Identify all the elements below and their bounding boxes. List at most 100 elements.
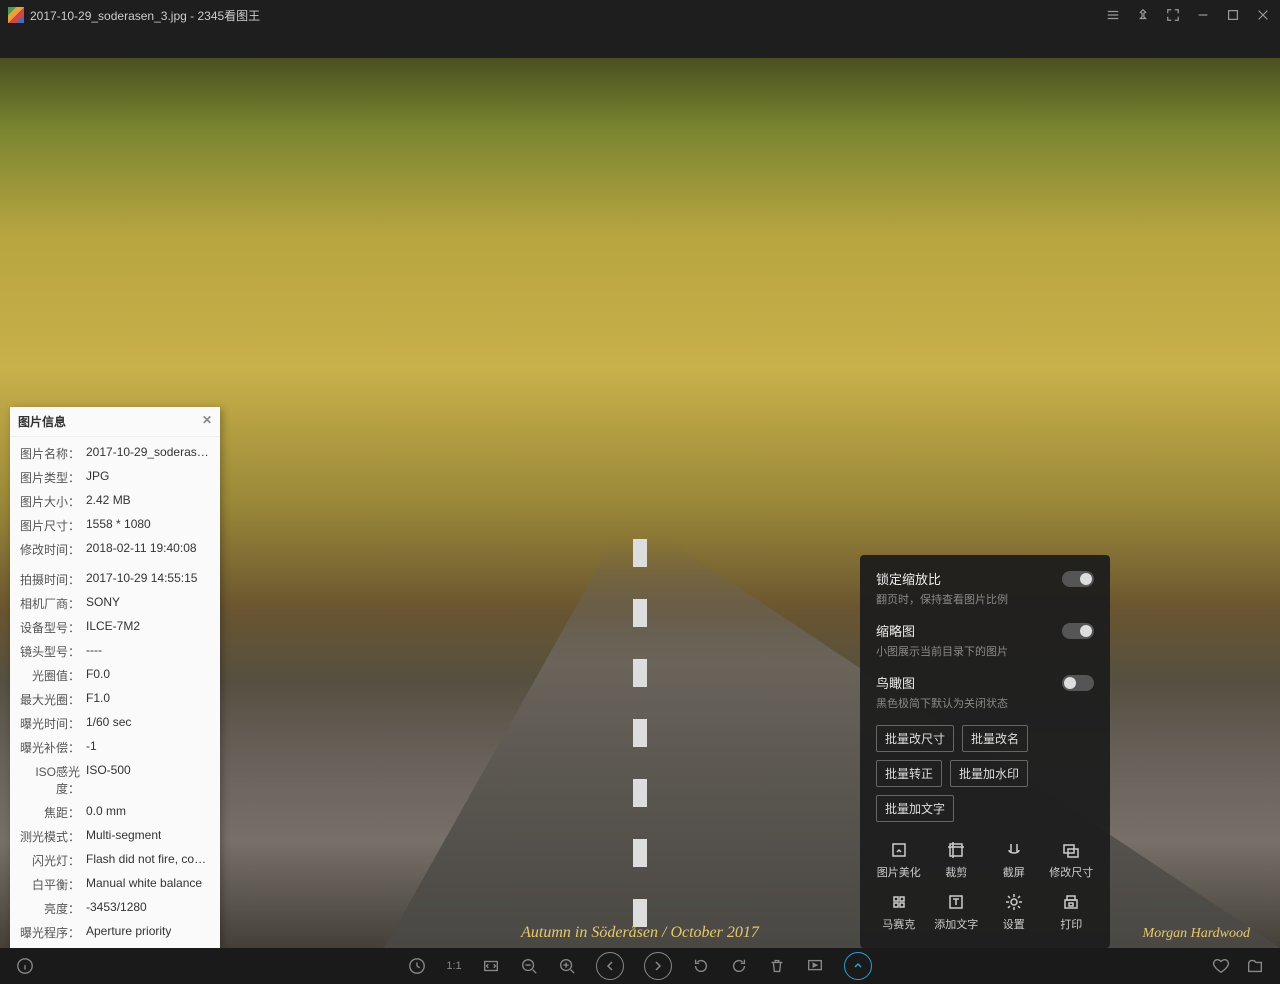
image-caption: Autumn in Söderåsen / October 2017 [521,924,759,942]
info-row: 图片尺寸：1558 * 1080 [10,513,220,537]
info-value: F1.0 [80,691,110,708]
info-label: 相机厂商： [18,595,80,612]
info-value: 2.42 MB [80,493,131,510]
batch-button[interactable]: 批量加水印 [950,760,1028,787]
image-author: Morgan Hardwood [1143,926,1250,942]
info-value: -3453/1280 [80,900,147,917]
tool-label: 裁剪 [945,864,967,880]
info-label: 亮度： [18,900,80,917]
info-label: 图片尺寸： [18,517,80,534]
bottom-toolbar: 1:1 [0,948,1280,984]
batch-button[interactable]: 批量改尺寸 [876,725,954,752]
tool-icon [1004,840,1024,860]
info-row: 图片类型：JPG [10,465,220,489]
info-row: 最大光圈：F1.0 [10,687,220,711]
info-label: 镜头型号： [18,643,80,660]
info-icon[interactable] [16,957,34,975]
info-row: 图片名称：2017-10-29_soderasen_3 [10,441,220,465]
toggle-subtitle: 小图展示当前目录下的图片 [876,643,1008,659]
info-panel-title: 图片信息 [18,413,66,430]
zoom-in-icon[interactable] [558,957,576,975]
window-title: 2017-10-29_soderasen_3.jpg - 2345看图王 [30,7,260,24]
rotate-left-icon[interactable] [692,957,710,975]
tool-4[interactable]: 马赛克 [876,888,922,936]
tool-label: 设置 [1003,916,1025,932]
info-value: 1/60 sec [80,715,131,732]
toggle-row: 缩略图小图展示当前目录下的图片 [876,621,1094,659]
more-settings-button[interactable] [844,952,872,980]
info-label: 图片类型： [18,469,80,486]
tool-label: 马赛克 [882,916,915,932]
info-row: 白平衡：Manual white balance [10,872,220,896]
info-row: 镜头型号：---- [10,639,220,663]
batch-button[interactable]: 批量转正 [876,760,942,787]
info-label: 最大光圈： [18,691,80,708]
tool-7[interactable]: 打印 [1049,888,1095,936]
menu-icon[interactable] [1104,6,1122,24]
info-label: 曝光时间： [18,715,80,732]
info-label: 设备型号： [18,619,80,636]
info-value: ---- [80,643,102,660]
toggle-title: 鸟瞰图 [876,673,1008,692]
favorite-icon[interactable] [1212,957,1230,975]
info-value: 1558 * 1080 [80,517,151,534]
info-label: 图片名称： [18,445,80,462]
info-label: 拍摄时间： [18,571,80,588]
tool-0[interactable]: 图片美化 [876,836,922,884]
toggle-subtitle: 翻页时，保持查看图片比例 [876,591,1008,607]
info-value: JPG [80,469,109,486]
info-value: Manual white balance [80,876,202,893]
close-icon[interactable] [1254,6,1272,24]
toggle-switch[interactable] [1062,571,1094,587]
batch-button[interactable]: 批量改名 [962,725,1028,752]
info-row: 闪光灯：Flash did not fire, compul... [10,848,220,872]
tool-5[interactable]: 添加文字 [934,888,980,936]
info-value: 0.0 mm [80,804,126,821]
info-label: ISO感光度： [18,763,80,797]
close-icon[interactable]: ✕ [202,413,212,430]
info-label: 焦距： [18,804,80,821]
tool-label: 图片美化 [877,864,921,880]
slideshow-icon[interactable] [806,957,824,975]
zoom-out-icon[interactable] [520,957,538,975]
next-button[interactable] [644,952,672,980]
rotate-right-icon[interactable] [730,957,748,975]
info-row: 曝光程序：Aperture priority [10,920,220,944]
pin-icon[interactable] [1134,6,1152,24]
tool-6[interactable]: 设置 [991,888,1037,936]
info-row: 光圈值：F0.0 [10,663,220,687]
clock-icon[interactable] [408,957,426,975]
info-value: Aperture priority [80,924,171,941]
toggle-switch[interactable] [1062,675,1094,691]
info-value: ILCE-7M2 [80,619,140,636]
toggle-switch[interactable] [1062,623,1094,639]
info-label: 图片大小： [18,493,80,510]
info-value: Multi-segment [80,828,161,845]
fullscreen-icon[interactable] [1164,6,1182,24]
tool-icon [889,840,909,860]
info-value: -1 [80,739,97,756]
tool-icon [1061,892,1081,912]
maximize-icon[interactable] [1224,6,1242,24]
info-value: 2018-02-11 19:40:08 [80,541,197,558]
delete-icon[interactable] [768,957,786,975]
toggle-title: 缩略图 [876,621,1008,640]
batch-button[interactable]: 批量加文字 [876,795,954,822]
info-value: SONY [80,595,120,612]
info-value: 2017-10-29 14:55:15 [80,571,197,588]
info-label: 修改时间： [18,541,80,558]
info-row: 修改时间：2018-02-11 19:40:08 [10,537,220,561]
info-label: 曝光程序： [18,924,80,941]
actual-size-button[interactable]: 1:1 [446,960,461,972]
tool-1[interactable]: 裁剪 [934,836,980,884]
titlebar: 2017-10-29_soderasen_3.jpg - 2345看图王 [0,0,1280,30]
folder-icon[interactable] [1246,957,1264,975]
info-value: 2017-10-29_soderasen_3 [80,445,212,462]
tool-2[interactable]: 截屏 [991,836,1037,884]
minimize-icon[interactable] [1194,6,1212,24]
tool-icon [1004,892,1024,912]
tool-3[interactable]: 修改尺寸 [1049,836,1095,884]
prev-button[interactable] [596,952,624,980]
fit-screen-icon[interactable] [482,957,500,975]
info-label: 测光模式： [18,828,80,845]
